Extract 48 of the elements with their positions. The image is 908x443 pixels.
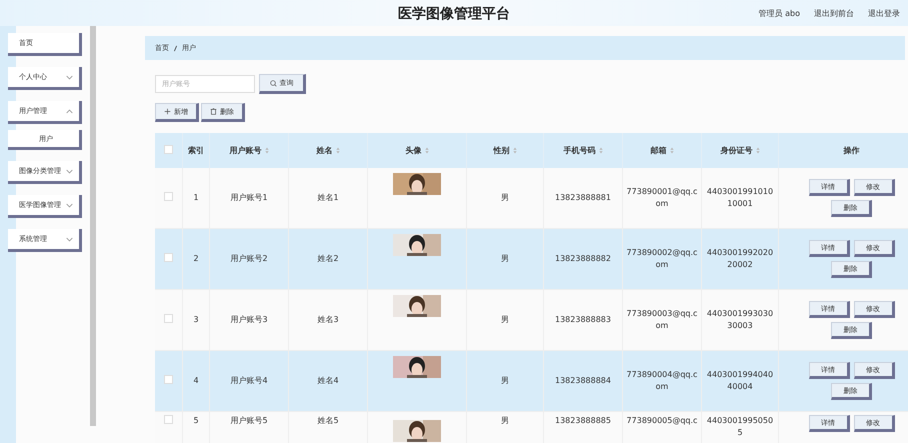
table-cell: 44030019950505	[702, 412, 778, 443]
table-cell: 4	[182, 350, 210, 412]
table-cell: 13823888882	[544, 228, 622, 290]
table-cell: 440300199404040004	[702, 350, 778, 412]
table-cell: 440300199303030003	[702, 290, 778, 350]
table-cell: 773890005@qq.c	[622, 412, 702, 443]
table-cell: 13823888885	[544, 412, 622, 443]
column-header[interactable]: 邮箱	[650, 145, 666, 156]
table-cell: 男	[466, 228, 544, 290]
table-cell: 男	[466, 168, 544, 228]
table-cell: 姓名3	[288, 290, 368, 350]
column-header[interactable]: 身份证号	[720, 145, 752, 156]
column-header[interactable]: 性别	[494, 145, 510, 156]
table-cell: 3	[182, 290, 210, 350]
table-cell: 男	[466, 290, 544, 350]
header-link[interactable]: 管理员 abo	[758, 8, 800, 18]
table-cell: 13823888884	[544, 350, 622, 412]
table-cell: 用户账号1	[210, 168, 288, 228]
column-header[interactable]: 头像	[406, 145, 422, 156]
table-cell: 440300199101010001	[702, 168, 778, 228]
column-header[interactable]: 索引	[188, 145, 204, 156]
column-header[interactable]: 姓名	[316, 145, 332, 156]
table-cell: 13823888883	[544, 290, 622, 350]
app-title: 医学图像管理平台	[398, 6, 510, 22]
table-cell: 773890003@qq.com	[622, 290, 702, 350]
table-cell: 13823888881	[544, 168, 622, 228]
table-cell: 用户账号2	[210, 228, 288, 290]
header-link[interactable]: 退出登录	[868, 8, 900, 18]
table-cell: 姓名1	[288, 168, 368, 228]
table-cell: 1	[182, 168, 210, 228]
table-cell: 用户账号5	[210, 412, 288, 443]
table-cell: 姓名4	[288, 350, 368, 412]
column-header[interactable]: 手机号码	[564, 145, 596, 156]
table-cell: 773890002@qq.com	[622, 228, 702, 290]
table-cell: 姓名2	[288, 228, 368, 290]
table-cell: 440300199202020002	[702, 228, 778, 290]
column-header[interactable]: 操作	[844, 145, 860, 156]
table-cell: 773890001@qq.com	[622, 168, 702, 228]
table-cell: 姓名5	[288, 412, 368, 443]
table-cell: 用户账号3	[210, 290, 288, 350]
table-cell: 5	[182, 412, 210, 443]
header-link[interactable]: 退出到前台	[814, 8, 854, 18]
table-cell: 773890004@qq.com	[622, 350, 702, 412]
table-cell: 用户账号4	[210, 350, 288, 412]
table-cell: 男	[466, 412, 544, 443]
table-cell: 男	[466, 350, 544, 412]
table-cell: 2	[182, 228, 210, 290]
column-header[interactable]: 用户账号	[230, 145, 262, 156]
